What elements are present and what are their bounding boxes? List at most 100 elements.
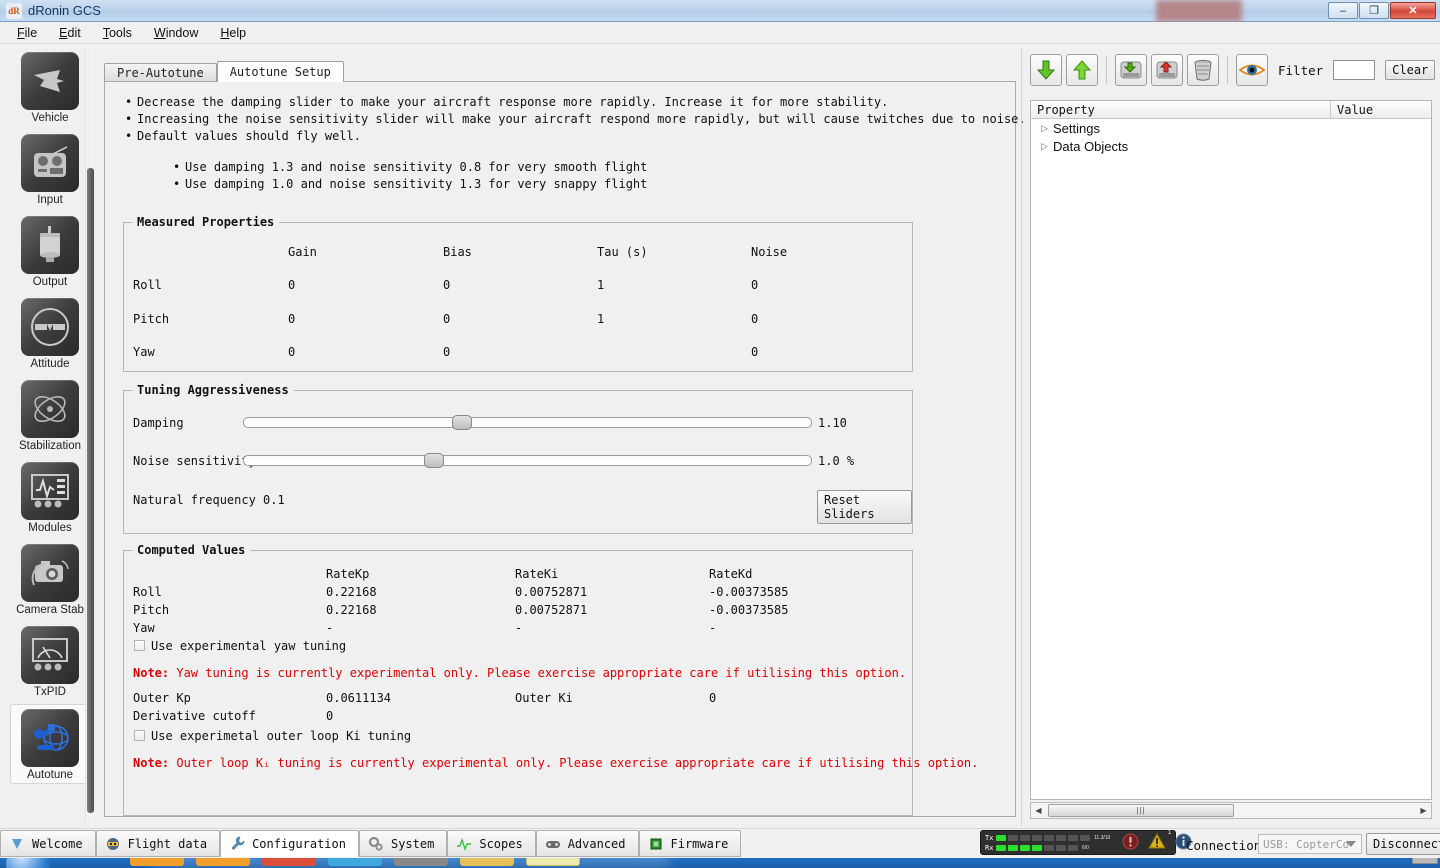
object-browser-toolbar[interactable]: Filter Clear [1030, 54, 1436, 86]
connection-select[interactable]: USB: CopterCo [1258, 834, 1362, 854]
start-orb-icon[interactable] [6, 858, 50, 868]
mode-tab-welcome-label: Welcome [32, 836, 83, 851]
titlebar-ghost-text [390, 0, 1242, 22]
sidebar-item-vehicle[interactable]: Vehicle [10, 48, 90, 126]
mode-tab-scopes[interactable]: Scopes [447, 830, 536, 857]
minimize-button[interactable]: – [1328, 2, 1358, 19]
tab-autotune-setup[interactable]: Autotune Setup [216, 61, 344, 82]
chevron-right-icon[interactable]: ▷ [1041, 141, 1053, 152]
chevron-right-icon[interactable]: ▷ [1041, 123, 1053, 134]
clear-filter-button[interactable]: Clear [1385, 60, 1436, 80]
scroll-left-arrow-icon[interactable]: ◀ [1031, 806, 1046, 815]
menu-item-window[interactable]: Window [145, 23, 207, 43]
menu-item-tools[interactable]: Tools [94, 23, 141, 43]
system-tray[interactable] [1412, 858, 1438, 864]
load-from-disk-icon[interactable] [1151, 54, 1183, 86]
menu-item-edit[interactable]: Edit [50, 23, 90, 43]
rx-rate-text: 6/0 [1082, 844, 1089, 851]
property-tree-table[interactable]: Property Value ▷ Settings ▷ Data Objects [1030, 100, 1432, 800]
windows-taskbar[interactable] [0, 858, 1440, 868]
alarm-icons[interactable]: 1 [1122, 830, 1192, 853]
tx-rate-text: 11.3/10 [1094, 834, 1111, 841]
measured-row-pitch-axis: Pitch [133, 312, 170, 326]
taskbar-item-1[interactable] [130, 858, 184, 866]
trash-icon[interactable] [1187, 54, 1219, 86]
tab-pre-autotune[interactable]: Pre-Autotune [104, 63, 217, 82]
warning-icon[interactable]: 1 [1148, 830, 1171, 852]
main-panel: Pre-Autotune Autotune Setup Decrease the… [100, 50, 1034, 868]
damping-slider[interactable] [243, 415, 812, 430]
filter-input[interactable] [1333, 60, 1376, 80]
upload-arrow-up-icon[interactable] [1066, 54, 1098, 86]
hscrollbar-thumb[interactable]: ||| [1048, 804, 1234, 817]
use-experimental-outer-loop-ki-label: Use experimetal outer loop Ki tuning [151, 729, 412, 743]
measured-yaw-gain: 0 [288, 345, 296, 359]
mode-tab-firmware[interactable]: Firmware [638, 830, 742, 857]
autotune-robot-icon [21, 709, 79, 767]
welcome-icon [9, 836, 25, 852]
sidebar-item-txpid[interactable]: TxPID [10, 622, 90, 700]
tree-row-settings[interactable]: ▷ Settings [1031, 119, 1431, 137]
sidebar-label-autotune: Autotune [26, 769, 74, 781]
mode-tab-configuration[interactable]: Configuration [220, 830, 359, 857]
gears-icon [368, 836, 384, 852]
rx-led-6 [1056, 844, 1066, 851]
download-arrow-down-icon[interactable] [1030, 54, 1062, 86]
menu-bar[interactable]: File Edit Tools Window Help [0, 22, 1440, 44]
taskbar-item-4[interactable] [328, 858, 382, 866]
property-table-hscrollbar[interactable]: ◀ ||| ▶ [1030, 802, 1432, 819]
taskbar-item-5[interactable] [394, 858, 448, 866]
use-experimental-outer-loop-ki-checkbox[interactable] [134, 730, 145, 741]
taskbar-item-2[interactable] [196, 858, 250, 866]
chip-icon [648, 836, 664, 852]
computed-yaw-ki: - [515, 621, 523, 635]
scroll-right-arrow-icon[interactable]: ▶ [1416, 806, 1431, 815]
sidebar-item-attitude[interactable]: Attitude [10, 294, 90, 372]
error-icon[interactable] [1122, 833, 1139, 853]
sidebar-scrollbar-thumb[interactable] [87, 168, 94, 813]
save-to-disk-icon[interactable] [1115, 54, 1147, 86]
horizon-icon [21, 298, 79, 356]
sidebar-item-output[interactable]: Output [10, 212, 90, 290]
maximize-button[interactable]: ❐ [1359, 2, 1389, 19]
mode-tab-system[interactable]: System [358, 830, 448, 857]
mode-tab-flight-data[interactable]: Flight data [95, 830, 221, 857]
tree-row-data-objects[interactable]: ▷ Data Objects [1031, 137, 1431, 155]
scope-icon [456, 836, 472, 852]
measured-roll-tau: 1 [597, 278, 605, 292]
damping-slider-handle[interactable] [452, 415, 472, 430]
sidebar-label-txpid: TxPID [34, 686, 66, 698]
tree-row-settings-label: Settings [1053, 120, 1100, 136]
sidebar-label-attitude: Attitude [30, 358, 70, 370]
mode-tab-advanced[interactable]: Advanced [535, 830, 639, 857]
reset-sliders-button[interactable]: Reset Sliders [817, 490, 912, 524]
window-controls[interactable]: – ❐ ✕ [1328, 2, 1436, 19]
eye-icon[interactable] [1236, 54, 1268, 86]
sidebar-label-stabilization: Stabilization [18, 440, 81, 452]
menu-item-help[interactable]: Help [211, 23, 255, 43]
panel-splitter[interactable] [1021, 48, 1022, 826]
tx-led-8 [1080, 834, 1090, 841]
derivative-cutoff-label: Derivative cutoff [133, 709, 256, 723]
menu-item-file[interactable]: File [8, 23, 46, 43]
taskbar-item-6[interactable] [460, 858, 514, 866]
use-experimental-yaw-tuning-checkbox[interactable] [134, 640, 145, 651]
sidebar-item-modules[interactable]: Modules [10, 458, 90, 536]
taskbar-item-7[interactable] [526, 858, 580, 866]
sidebar-item-camera-stab[interactable]: Camera Stab [10, 540, 90, 618]
close-button[interactable]: ✕ [1390, 2, 1436, 19]
configuration-sidebar[interactable]: Vehicle Input Output Attitude Stabilizat… [6, 48, 94, 826]
mode-tab-welcome[interactable]: Welcome [0, 830, 96, 857]
noise-sensitivity-slider[interactable] [243, 453, 812, 468]
telemetry-status-widget[interactable]: Tx 11.3/10 Rx 6/0 1 [980, 830, 1192, 855]
noise-sensitivity-slider-handle[interactable] [424, 453, 444, 468]
autotune-setup-pane: Decrease the damping slider to make your… [104, 81, 1034, 868]
sidebar-item-autotune[interactable]: Autotune [10, 704, 90, 784]
chevron-down-icon[interactable] [1346, 841, 1356, 847]
disconnect-button[interactable]: Disconnect [1366, 833, 1440, 855]
sidebar-item-stabilization[interactable]: Stabilization [10, 376, 90, 454]
sidebar-item-input[interactable]: Input [10, 130, 90, 208]
taskbar-item-3[interactable] [262, 858, 316, 866]
sidebar-scrollbar[interactable] [85, 48, 94, 826]
autotune-tabbar[interactable]: Pre-Autotune Autotune Setup [104, 61, 344, 82]
